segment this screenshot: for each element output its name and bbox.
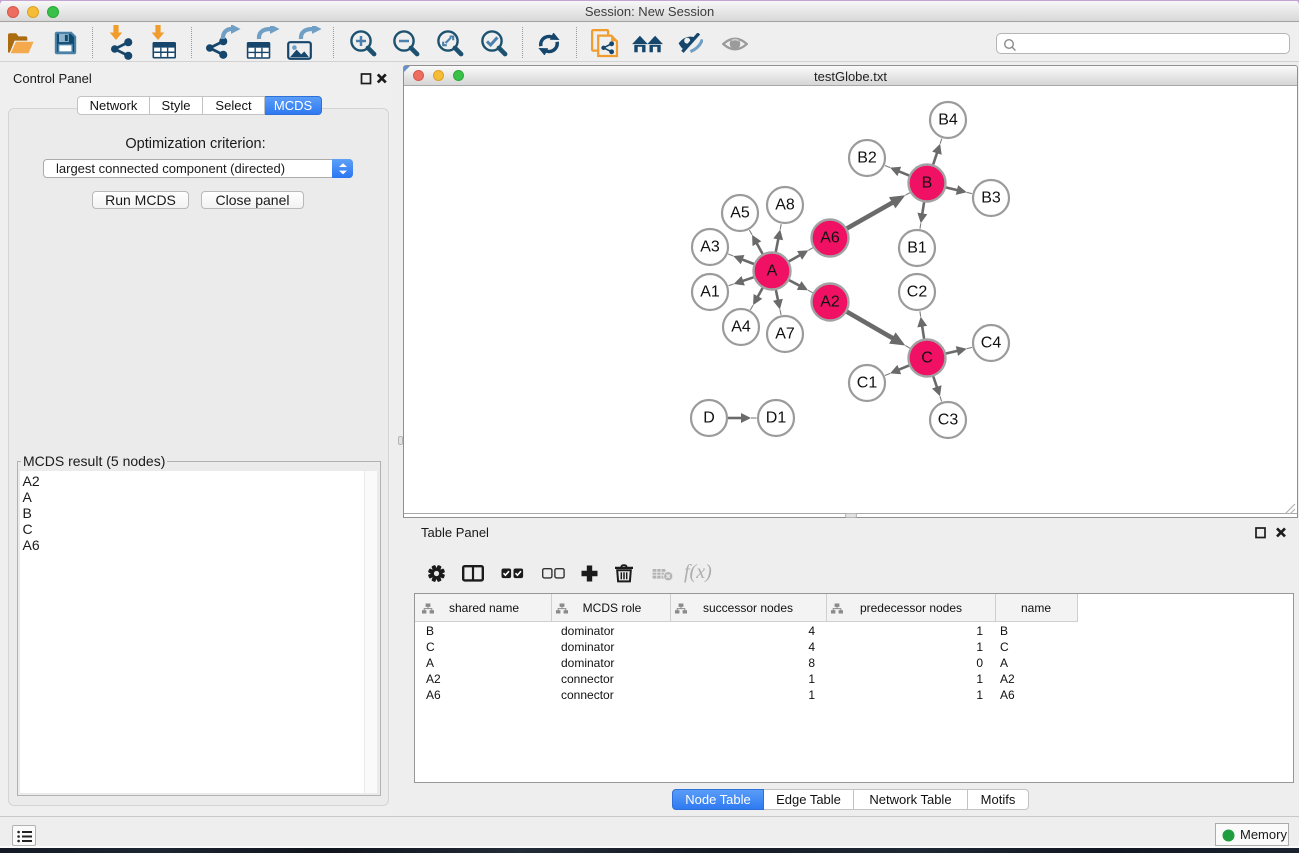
svg-text:C3: C3: [938, 412, 959, 429]
svg-text:B2: B2: [857, 150, 877, 167]
svg-text:B: B: [922, 175, 933, 192]
svg-text:C: C: [921, 350, 933, 367]
svg-text:A8: A8: [775, 197, 795, 214]
svg-text:C2: C2: [907, 284, 928, 301]
svg-text:A5: A5: [730, 205, 750, 222]
svg-text:C1: C1: [857, 375, 878, 392]
svg-text:A2: A2: [820, 294, 840, 311]
svg-text:B3: B3: [981, 190, 1001, 207]
svg-text:A1: A1: [700, 284, 720, 301]
svg-text:B4: B4: [938, 112, 958, 129]
svg-text:A3: A3: [700, 239, 720, 256]
svg-text:D: D: [703, 410, 715, 427]
svg-text:A: A: [767, 263, 778, 280]
svg-text:C4: C4: [981, 335, 1002, 352]
svg-text:D1: D1: [766, 410, 787, 427]
svg-text:A7: A7: [775, 326, 795, 343]
svg-text:A6: A6: [820, 230, 840, 247]
svg-text:B1: B1: [907, 240, 927, 257]
svg-text:A4: A4: [731, 319, 751, 336]
